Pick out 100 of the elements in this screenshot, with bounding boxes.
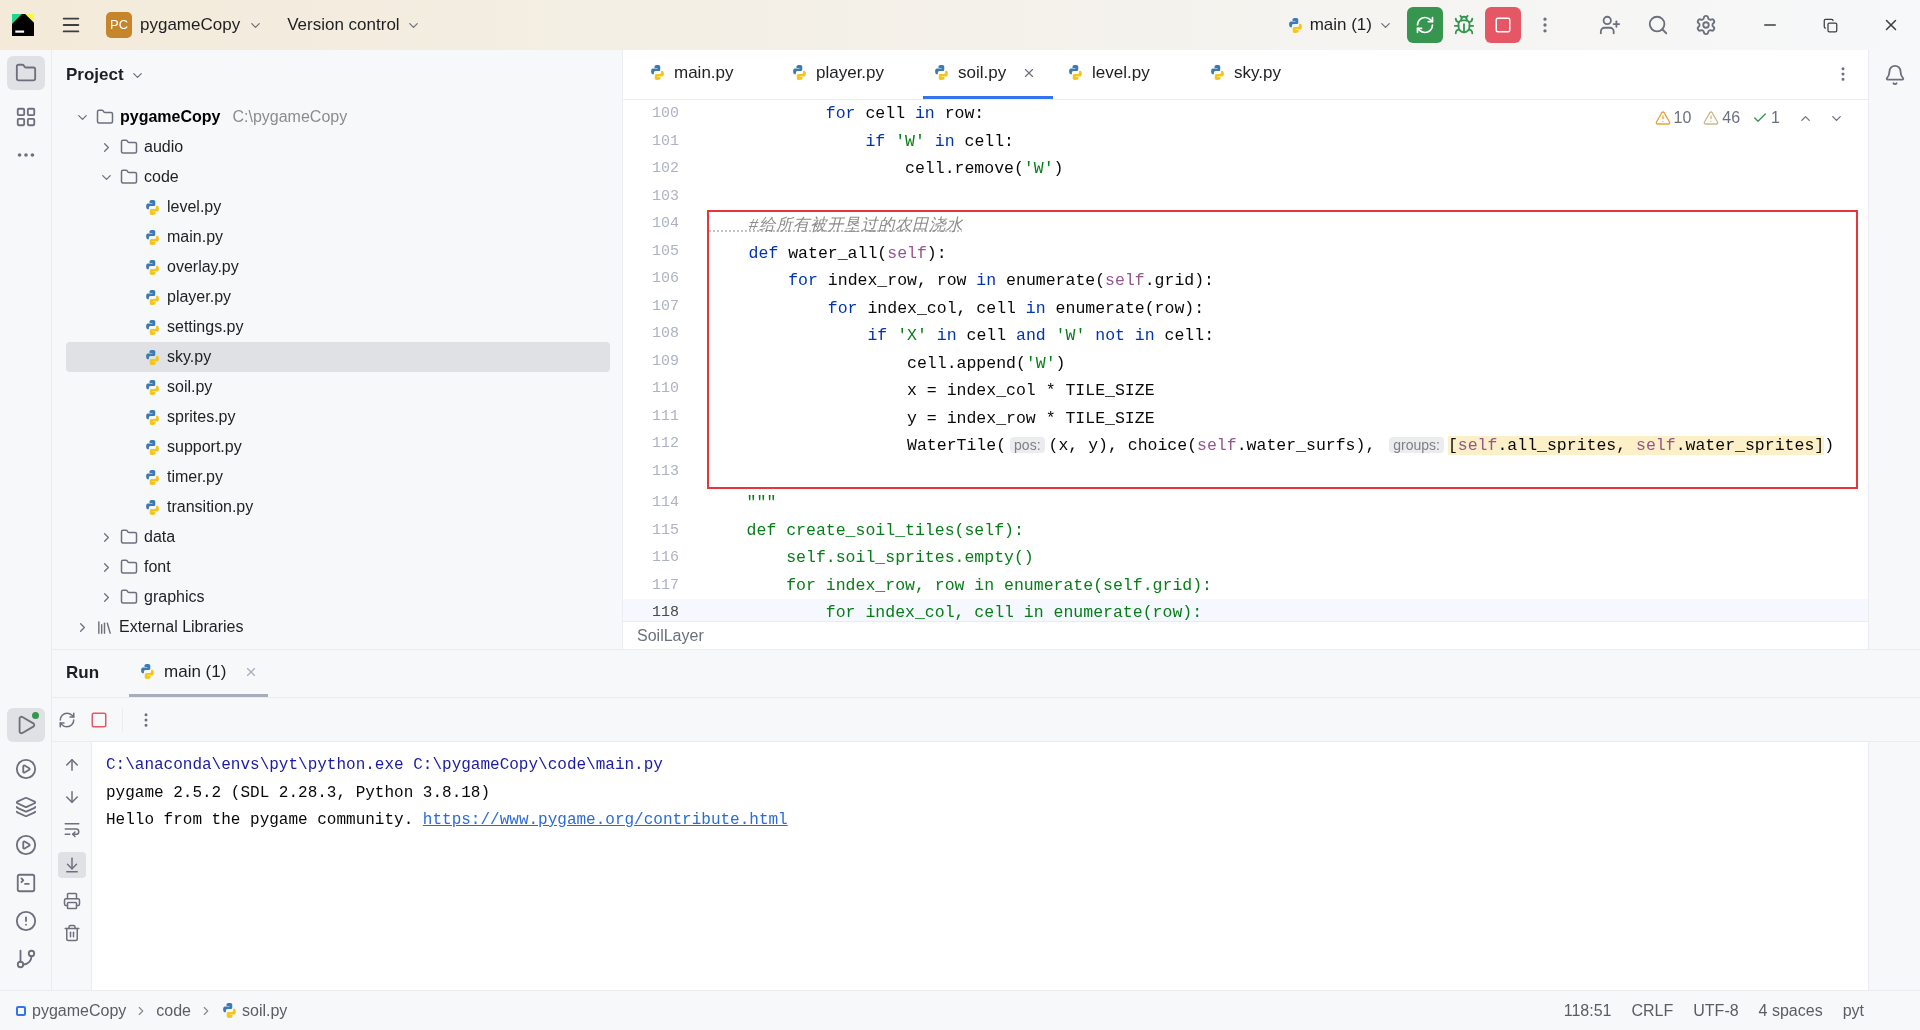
line-number: 100 — [651, 104, 680, 124]
scroll-to-end-button[interactable] — [57, 852, 86, 878]
app-logo-icon[interactable] — [12, 14, 34, 36]
status-item[interactable]: pyt — [1842, 998, 1864, 1023]
console-link[interactable]: https://www.pygame.org/contribute.html — [422, 807, 788, 835]
library-icon — [96, 618, 113, 636]
warning-icon — [1703, 110, 1720, 126]
services-icon[interactable] — [14, 834, 37, 856]
console-line: C:\anaconda\envs\pyt\python.exe C:\pygameCopy\code\main.py — [106, 755, 663, 776]
tree-item[interactable]: transition.py — [66, 492, 610, 522]
tree-item[interactable]: timer.py — [66, 462, 610, 492]
structure-icon[interactable] — [14, 106, 37, 128]
editor-tab[interactable]: player.py — [781, 49, 919, 99]
tree-item[interactable]: settings.py — [66, 312, 610, 342]
run-tab[interactable]: main (1) — [129, 649, 269, 697]
tree-item[interactable]: main.py — [66, 222, 610, 252]
code-breadcrumb[interactable]: SoilLayer — [637, 623, 704, 648]
warning-count[interactable]: 46 — [1703, 106, 1741, 130]
code-line: cell.append('W') — [906, 352, 1067, 375]
status-item[interactable]: 118:51 — [1563, 998, 1612, 1023]
vcs-menu[interactable]: Version control — [287, 12, 421, 38]
editor-tab[interactable]: soil.py — [923, 49, 1053, 99]
line-number: 102 — [651, 159, 680, 179]
line-number: 108 — [651, 324, 680, 344]
problems-icon[interactable] — [14, 910, 37, 932]
code-line: x = index_col * TILE_SIZE — [906, 380, 1156, 402]
folder-icon — [120, 558, 138, 576]
tree-item[interactable]: sprites.py — [66, 402, 610, 432]
tree-item[interactable]: font — [66, 552, 610, 582]
code-line: WaterTile( pos: (x, y), choice(self.water_surfs), groups: [self.all_sprites, self.water_sprites]) — [906, 435, 1836, 457]
folder-icon — [14, 62, 37, 84]
run-tool-button[interactable] — [6, 708, 45, 742]
tree-label: External Libraries — [119, 617, 244, 637]
tree-item[interactable]: audio — [66, 132, 610, 162]
tree-label: main.py — [167, 227, 224, 247]
line-number: 105 — [651, 241, 680, 262]
stop-icon[interactable] — [90, 710, 108, 729]
layers-icon[interactable] — [14, 796, 37, 818]
line-number: 109 — [651, 351, 680, 372]
tree-item[interactable]: graphics — [66, 582, 610, 612]
tree-item[interactable]: overlay.py — [66, 252, 610, 282]
status-item[interactable]: UTF-8 — [1693, 998, 1739, 1023]
tree-item[interactable]: sky.py — [66, 342, 610, 372]
tree-label: settings.py — [167, 317, 244, 337]
python-file-icon — [144, 348, 161, 366]
tree-item[interactable]: code — [66, 162, 610, 192]
tree-item[interactable]: level.py — [66, 192, 610, 222]
soft-wrap-icon[interactable] — [62, 820, 81, 838]
trash-icon[interactable] — [62, 924, 81, 942]
debug-icon[interactable] — [1453, 14, 1475, 36]
status-item[interactable]: CRLF — [1631, 998, 1674, 1023]
line-number: 112 — [651, 434, 680, 454]
tree-label: transition.py — [167, 497, 254, 517]
editor-tab[interactable]: main.py — [639, 49, 777, 99]
error-count[interactable]: 10 — [1654, 106, 1692, 130]
python-file-icon — [144, 228, 161, 246]
stop-button[interactable] — [1485, 7, 1521, 43]
tree-item[interactable]: player.py — [66, 282, 610, 312]
tree-label: audio — [144, 137, 184, 157]
breadcrumb-item[interactable]: pygameCopy — [32, 998, 127, 1023]
tree-item[interactable]: soil.py — [66, 372, 610, 402]
rerun-icon[interactable] — [58, 710, 76, 729]
settings-icon[interactable] — [1695, 14, 1717, 36]
typo-count[interactable]: 1 — [1752, 106, 1780, 130]
editor-tab[interactable]: sky.py — [1199, 49, 1337, 99]
tree-item[interactable]: pygameCopy C:\pygameCopy — [66, 102, 610, 132]
line-number: 111 — [651, 406, 680, 427]
tree-item[interactable]: support.py — [66, 432, 610, 462]
code-line: for index_row, row in enumerate(self.grid): — [787, 270, 1215, 292]
tree-label: sprites.py — [167, 407, 236, 427]
panel-title: Project — [66, 64, 124, 87]
rerun-button[interactable] — [1407, 7, 1443, 43]
tree-label: code — [144, 167, 179, 187]
project-path: C:\pygameCopy — [232, 107, 348, 127]
panel-title: Run — [66, 662, 100, 685]
tree-label: sky.py — [167, 347, 212, 367]
tree-label: data — [144, 527, 176, 547]
python-file-icon — [144, 468, 161, 486]
status-item[interactable]: 4 spaces — [1758, 998, 1823, 1023]
restore-icon[interactable] — [1823, 17, 1838, 33]
tree-label: overlay.py — [167, 257, 239, 277]
project-switcher[interactable]: PC pygameCopy — [106, 12, 264, 38]
add-user-icon[interactable] — [1599, 14, 1621, 36]
python-file-icon — [144, 318, 161, 336]
tree-item[interactable]: data — [66, 522, 610, 552]
console-line: pygame 2.5.2 (SDL 2.28.3, Python 3.8.18) — [106, 782, 491, 804]
terminal-icon[interactable] — [14, 872, 37, 894]
project-tool-button[interactable] — [6, 56, 45, 90]
editor-tab[interactable]: level.py — [1057, 49, 1195, 99]
breadcrumb-item[interactable]: code — [156, 998, 191, 1023]
search-icon[interactable] — [1647, 14, 1669, 36]
tree-label: graphics — [144, 587, 205, 607]
print-icon[interactable] — [62, 892, 81, 910]
notifications-icon[interactable] — [1883, 64, 1906, 86]
rerun-icon — [1415, 15, 1435, 35]
run-config-selector[interactable]: main (1) — [1286, 12, 1393, 38]
git-icon[interactable] — [14, 948, 37, 970]
python-console-icon[interactable] — [14, 758, 37, 780]
tree-item[interactable]: External Libraries — [66, 612, 610, 642]
breadcrumb-item[interactable]: soil.py — [242, 998, 288, 1023]
